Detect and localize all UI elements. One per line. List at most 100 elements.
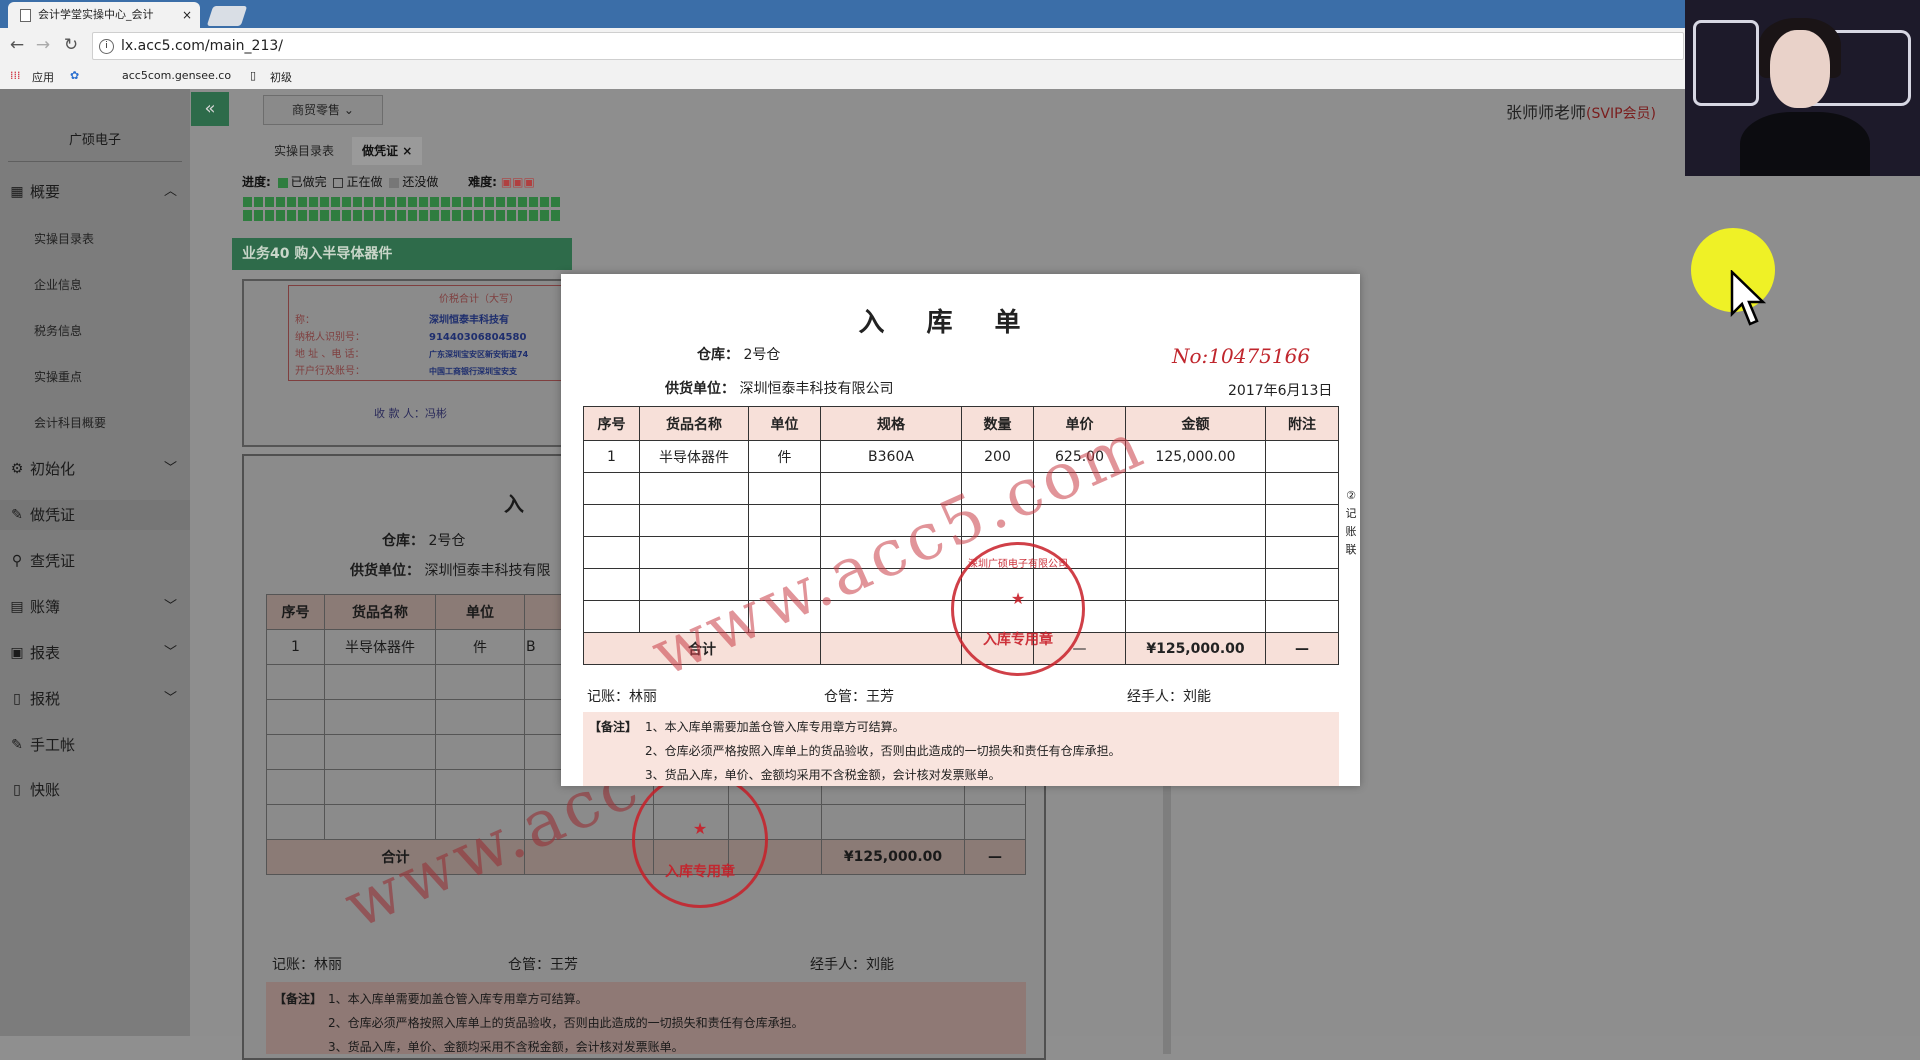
todo-label: 还没做 — [402, 175, 439, 189]
warehouse-keeper: 仓管：王芳 — [824, 689, 894, 705]
field-label: 开户行及账号： — [295, 366, 365, 377]
field-value: 2号仓 — [428, 533, 466, 549]
bookmark-apps[interactable]: 应用 — [32, 69, 54, 85]
bookmark-gensee[interactable]: acc5com.gensee.co — [122, 69, 231, 82]
cell-index: 1 — [583, 440, 640, 473]
payee: 收 款 人：冯彬 — [374, 407, 447, 420]
seller-field-values: 深圳恒泰丰科技有 91440306804580 广东深圳宝安区新安街道74 中国… — [429, 312, 528, 380]
total-amount: ¥125,000.00 — [1125, 632, 1266, 665]
nav-label: 账簿 — [30, 598, 61, 616]
nav-reports[interactable]: ▣ 报表 ﹀ — [0, 638, 190, 668]
note-line: 3、货品入库，单价、金额均采用不含税金额，会计核对发票账单。 — [645, 768, 1001, 782]
nav-make-voucher[interactable]: ✎ 做凭证 — [0, 500, 190, 530]
field-value: 2号仓 — [743, 347, 781, 363]
total-label: 合计 — [583, 632, 821, 665]
page-tabs: 实操目录表 做凭证 × — [190, 131, 1630, 167]
nav-quick-ledger[interactable]: ▯ 快账 — [0, 775, 190, 805]
company-name: 广硕电子 — [68, 133, 121, 148]
field-value: 91440306804580 — [429, 332, 527, 343]
supplier-field: 供货单位： 深圳恒泰丰科技有限公司 — [665, 378, 893, 398]
note-line: 1、本入库单需要加盖仓管入库专用章方可结算。 — [645, 720, 905, 734]
subnav-company-info[interactable]: 企业信息 — [34, 276, 82, 293]
invoice-card: 价税合计（大写） 称： 纳税人识别号： 地 址 、电 话： 开户行及账号： 深圳… — [242, 279, 566, 447]
subnav-key-points[interactable]: 实操重点 — [34, 368, 82, 385]
th-note: 附注 — [1265, 406, 1339, 441]
bg-keeper: 仓管：王芳 — [508, 957, 578, 973]
doc-icon: ▯ — [13, 691, 21, 707]
bookmarks-bar: ⁞⁞⁞ 应用 ✿ acc5com.gensee.co ▯ 初级 — [0, 63, 1920, 90]
new-tab-button[interactable] — [206, 6, 248, 26]
seller-info-frame: 价税合计（大写） 称： 纳税人识别号： 地 址 、电 话： 开户行及账号： 深圳… — [288, 285, 566, 381]
bookmark-globe-icon: ✿ — [70, 69, 80, 82]
bg-receipt-title: 入 — [504, 492, 524, 516]
subnav-accounts[interactable]: 会计科目概要 — [34, 414, 106, 431]
tab-make-voucher[interactable]: 做凭证 × — [352, 137, 423, 165]
subnav-tax-info[interactable]: 税务信息 — [34, 322, 82, 339]
bookmark-chuji[interactable]: 初级 — [270, 69, 292, 85]
sidebar-collapse-button[interactable]: « — [191, 92, 229, 126]
browser-toolbar: ← → ↻ i lx.acc5.com/main_213/ — [0, 28, 1920, 63]
table-row — [583, 568, 1339, 601]
doing-swatch — [333, 177, 344, 188]
table-row — [583, 504, 1339, 537]
field-label: 纳税人识别号： — [295, 332, 365, 343]
vip-badge: (SVIP会员) — [1586, 106, 1656, 122]
difficulty-label: 难度: — [468, 175, 497, 189]
done-swatch — [277, 177, 288, 188]
field-label: 称： — [295, 315, 315, 326]
table-row — [583, 600, 1339, 633]
subnav-catalog[interactable]: 实操目录表 — [34, 230, 94, 247]
task-title: 业务40 购入半导体器件 — [232, 238, 572, 270]
receipt-title: 入库单 — [858, 308, 1063, 338]
nav-query-voucher[interactable]: ⚲ 查凭证 — [0, 546, 190, 576]
field-value: 中国工商银行深圳宝安支 — [429, 367, 517, 376]
nav-label: 查凭证 — [30, 552, 76, 570]
doing-label: 正在做 — [346, 175, 383, 189]
tab-close-icon[interactable]: × — [402, 144, 412, 158]
address-bar[interactable]: i lx.acc5.com/main_213/ — [92, 32, 1684, 60]
progress-grid[interactable] — [243, 197, 561, 221]
cell-note — [1265, 440, 1339, 473]
presenter-face — [1770, 30, 1830, 108]
chevron-down-icon: ﹀ — [164, 461, 178, 476]
forward-arrow-icon[interactable]: → — [32, 35, 54, 55]
th-index: 序号 — [583, 406, 640, 441]
field-value: 深圳恒泰丰科技有限公司 — [739, 381, 894, 397]
bg-warehouse: 仓库： 2号仓 — [382, 530, 465, 550]
progress-label: 进度: — [242, 175, 271, 189]
apps-grid-icon[interactable]: ⁞⁞⁞ — [10, 69, 21, 82]
browser-tab[interactable]: 会计学堂实操中心_会计 × — [8, 2, 200, 28]
nav-overview[interactable]: ▦ 概要 ︿ — [0, 177, 190, 207]
nav-init[interactable]: ⚙ 初始化 ﹀ — [0, 454, 190, 484]
bg-notes: 【备注】 1、本入库单需要加盖仓管入库专用章方可结算。 2、仓库必须严格按照入库… — [266, 982, 1026, 1054]
industry-dropdown[interactable]: 商贸零售 ⌄ — [263, 95, 383, 125]
bg-total-amount: ¥125,000.00 — [821, 839, 965, 875]
th-unit: 单位 — [748, 406, 821, 441]
nav-ledger[interactable]: ▤ 账簿 ﹀ — [0, 592, 190, 622]
user-info[interactable]: 张师师老师(SVIP会员) — [1506, 99, 1656, 123]
field-label: 仓库： — [697, 347, 739, 363]
sidebar: 广硕电子 ▦ 概要 ︿ 实操目录表 企业信息 税务信息 实操重点 会计科目概要 … — [0, 89, 190, 1036]
bg-supplier: 供货单位： 深圳恒泰丰科技有限 — [350, 560, 550, 580]
tab-close-icon[interactable]: × — [182, 2, 192, 28]
cell-qty: 200 — [961, 440, 1034, 473]
td: 1 — [266, 629, 325, 665]
done-label: 已做完 — [290, 175, 327, 189]
reload-icon[interactable]: ↻ — [60, 35, 82, 55]
th-amount: 金额 — [1125, 406, 1266, 441]
nav-manual-ledger[interactable]: ✎ 手工帐 — [0, 730, 190, 760]
pen-icon: ✎ — [11, 507, 23, 523]
handler: 经手人：刘能 — [1127, 689, 1211, 705]
info-icon[interactable]: i — [99, 39, 114, 54]
back-arrow-icon[interactable]: ← — [6, 35, 28, 55]
bookkeeper: 记账：林丽 — [587, 689, 657, 705]
th-name: 货品名称 — [639, 406, 749, 441]
td: 件 — [435, 629, 525, 665]
tab-catalog[interactable]: 实操目录表 — [274, 137, 334, 165]
nav-label: 快账 — [30, 781, 61, 799]
th-spec: 规格 — [820, 406, 962, 441]
chevron-up-icon: ︿ — [164, 184, 178, 199]
field-label: 仓库： — [382, 533, 424, 549]
nav-tax[interactable]: ▯ 报税 ﹀ — [0, 684, 190, 714]
note-line: 3、货品入库，单价、金额均采用不含税金额，会计核对发票账单。 — [328, 1040, 684, 1054]
